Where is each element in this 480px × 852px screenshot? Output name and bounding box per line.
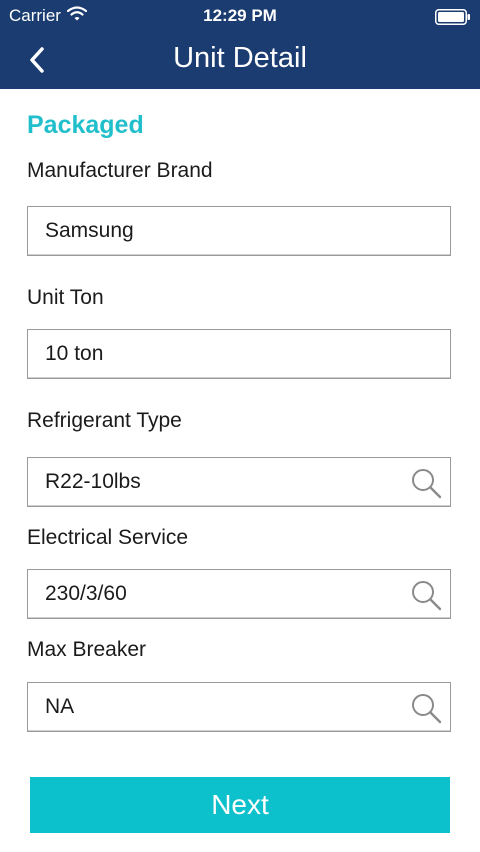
status-bar: Carrier 12:29 PM <box>0 0 480 32</box>
search-icon[interactable] <box>410 579 442 611</box>
search-icon[interactable] <box>410 467 442 499</box>
unit-ton-label: Unit Ton <box>27 286 104 309</box>
nav-bar: Unit Detail <box>0 32 480 89</box>
unit-ton-input[interactable] <box>28 330 450 378</box>
max-breaker-field[interactable] <box>27 682 451 732</box>
electrical-service-label: Electrical Service <box>27 526 189 549</box>
next-button[interactable]: Next <box>30 777 450 833</box>
search-icon[interactable] <box>410 692 442 724</box>
page-title: Unit Detail <box>173 42 307 74</box>
manufacturer-brand-label: Manufacturer Brand <box>27 159 213 182</box>
refrigerant-type-label: Refrigerant Type <box>27 409 182 432</box>
electrical-service-input[interactable] <box>28 570 450 618</box>
max-breaker-label: Max Breaker <box>27 638 147 661</box>
status-time: 12:29 PM <box>203 6 277 25</box>
manufacturer-brand-field[interactable] <box>27 206 451 256</box>
max-breaker-input[interactable] <box>28 683 450 731</box>
section-title: Packaged <box>27 111 144 139</box>
refrigerant-type-field[interactable] <box>27 457 451 507</box>
unit-ton-field[interactable] <box>27 329 451 379</box>
battery-icon <box>435 9 471 30</box>
refrigerant-type-input[interactable] <box>28 458 450 506</box>
electrical-service-field[interactable] <box>27 569 451 619</box>
manufacturer-brand-input[interactable] <box>28 207 450 255</box>
